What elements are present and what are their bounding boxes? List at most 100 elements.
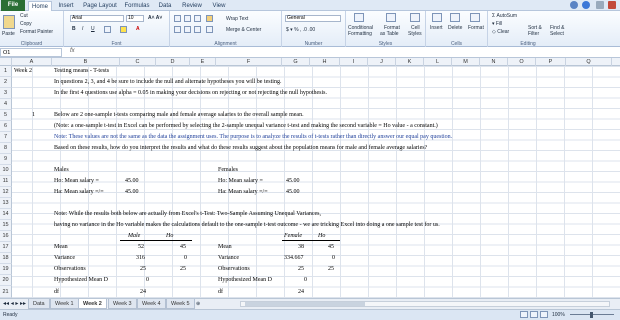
row-header[interactable]: 1: [0, 66, 12, 77]
cell-h11[interactable]: 45.00: [286, 176, 300, 186]
format-painter-button[interactable]: Format Painter: [20, 29, 53, 35]
font-size-box[interactable]: 10: [126, 15, 144, 22]
column-header[interactable]: B: [52, 58, 120, 66]
cell-b15[interactable]: having no variance in the Ho variable ma…: [54, 220, 440, 230]
normal-view-icon[interactable]: [520, 311, 528, 318]
row-header[interactable]: 2: [0, 77, 12, 88]
cell-f18[interactable]: Variance: [218, 253, 239, 263]
sheet-tab-week-3[interactable]: Week 3: [108, 299, 137, 309]
insert-cells-icon[interactable]: [432, 13, 442, 22]
row-header[interactable]: 21: [0, 286, 12, 298]
row-header[interactable]: 3: [0, 88, 12, 99]
bold-icon[interactable]: B: [72, 26, 76, 32]
column-header[interactable]: O: [508, 58, 536, 66]
align-bottom-icon[interactable]: [194, 15, 201, 22]
fill-color-icon[interactable]: [120, 26, 127, 33]
horizontal-scroll-thumb[interactable]: [245, 302, 365, 306]
align-center-icon[interactable]: [184, 26, 191, 33]
underline-icon[interactable]: U: [91, 26, 95, 32]
filter-label[interactable]: Filter: [528, 31, 539, 37]
align-middle-icon[interactable]: [184, 15, 191, 22]
page-break-view-icon[interactable]: [540, 311, 548, 318]
tab-data[interactable]: Data: [154, 1, 176, 11]
cell-f19[interactable]: Observations: [218, 264, 250, 274]
column-header[interactable]: N: [480, 58, 508, 66]
align-right-icon[interactable]: [194, 26, 201, 33]
tab-page-layout[interactable]: Page Layout: [80, 1, 120, 11]
font-color-icon[interactable]: A: [136, 26, 140, 32]
cell-b2[interactable]: In questions 2, 3, and 4 be sure to incl…: [54, 77, 281, 87]
tab-view[interactable]: View: [208, 1, 230, 11]
row-header[interactable]: 14: [0, 209, 12, 220]
sheet-tab-week-5[interactable]: Week 5: [166, 299, 195, 309]
cell-h19[interactable]: 25: [328, 264, 334, 274]
minimize-ribbon-icon[interactable]: [570, 1, 578, 9]
insert-cells-button[interactable]: Insert: [430, 25, 443, 31]
cell-f11[interactable]: Ho: Mean salary =: [218, 176, 263, 186]
borders-icon[interactable]: [104, 26, 111, 33]
cell-c18[interactable]: 316: [136, 253, 145, 263]
cell-b12[interactable]: Ha: Mean salary =/=: [54, 187, 104, 197]
cell-b14[interactable]: Note: While the results both below are a…: [54, 209, 321, 219]
row-header[interactable]: 13: [0, 198, 12, 209]
conditional-formatting-icon[interactable]: [354, 13, 364, 22]
cell-f21[interactable]: df: [218, 287, 223, 297]
close-workbook-icon[interactable]: [608, 1, 616, 9]
cell-b5[interactable]: Below are 2 one-sample t-tests comparing…: [54, 110, 304, 120]
column-header[interactable]: A: [12, 58, 52, 66]
cell-g20[interactable]: 0: [304, 275, 307, 285]
cell-f20[interactable]: Hypothesized Mean D: [218, 275, 272, 285]
cell-d11[interactable]: 45.00: [125, 176, 139, 186]
column-header[interactable]: M: [452, 58, 480, 66]
cell-d17[interactable]: 45: [180, 242, 186, 252]
cell-b10[interactable]: Males: [54, 165, 69, 175]
column-header[interactable]: I: [340, 58, 368, 66]
cell-c19[interactable]: 25: [140, 264, 146, 274]
column-header[interactable]: K: [396, 58, 424, 66]
font-name-box[interactable]: Arial: [70, 15, 124, 22]
cell-b3[interactable]: In the first 4 questions use alpha = 0.0…: [54, 88, 327, 98]
tab-formulas[interactable]: Formulas: [122, 1, 152, 11]
row-header[interactable]: 7: [0, 132, 12, 143]
cell-styles-sublabel[interactable]: Styles: [408, 31, 422, 37]
zoom-slider-handle[interactable]: [590, 312, 593, 318]
column-header[interactable]: L: [424, 58, 452, 66]
cell-b11[interactable]: Ho: Mean salary =: [54, 176, 99, 186]
row-header[interactable]: 12: [0, 187, 12, 198]
cell-c20[interactable]: 0: [146, 275, 149, 285]
cell-h12[interactable]: 45.00: [286, 187, 300, 197]
row-header[interactable]: 10: [0, 165, 12, 176]
orientation-icon[interactable]: [206, 15, 213, 22]
name-box[interactable]: O1: [0, 48, 62, 57]
row-header[interactable]: 4: [0, 99, 12, 110]
row-header[interactable]: 9: [0, 154, 12, 165]
cell-d12[interactable]: 45.00: [125, 187, 139, 197]
select-all-corner[interactable]: [0, 58, 12, 66]
zoom-level[interactable]: 100%: [552, 312, 565, 318]
sheet-tab-week-4[interactable]: Week 4: [137, 299, 166, 309]
column-header[interactable]: J: [368, 58, 396, 66]
column-header[interactable]: G: [282, 58, 310, 66]
cell-g19[interactable]: 25: [298, 264, 304, 274]
column-header[interactable]: E: [190, 58, 216, 66]
row-header[interactable]: 18: [0, 253, 12, 264]
copy-button[interactable]: Copy: [20, 21, 32, 27]
row-header[interactable]: 17: [0, 242, 12, 253]
restore-window-icon[interactable]: [596, 1, 604, 9]
help-icon[interactable]: [582, 1, 590, 9]
cell-h18[interactable]: 0: [332, 253, 335, 263]
cell-g21[interactable]: 24: [298, 287, 304, 297]
worksheet-grid[interactable]: [12, 66, 620, 298]
cell-d18[interactable]: 0: [184, 253, 187, 263]
tab-insert[interactable]: Insert: [54, 1, 78, 11]
merge-center-button[interactable]: Merge & Center: [226, 27, 261, 33]
cell-b17[interactable]: Mean: [54, 242, 68, 252]
cell-b21[interactable]: df: [54, 287, 59, 297]
grow-font-icon[interactable]: A˄ A˅: [148, 15, 162, 21]
cell-b6[interactable]: (Note: a one-sample t-test in Excel can …: [54, 121, 438, 131]
number-format-icons[interactable]: $ ▾ % , .0 .00: [286, 27, 315, 33]
cell-b8[interactable]: Based on these results, how do you inter…: [54, 143, 427, 153]
row-header[interactable]: 15: [0, 220, 12, 231]
column-header[interactable]: P: [536, 58, 566, 66]
row-header[interactable]: 5: [0, 110, 12, 121]
